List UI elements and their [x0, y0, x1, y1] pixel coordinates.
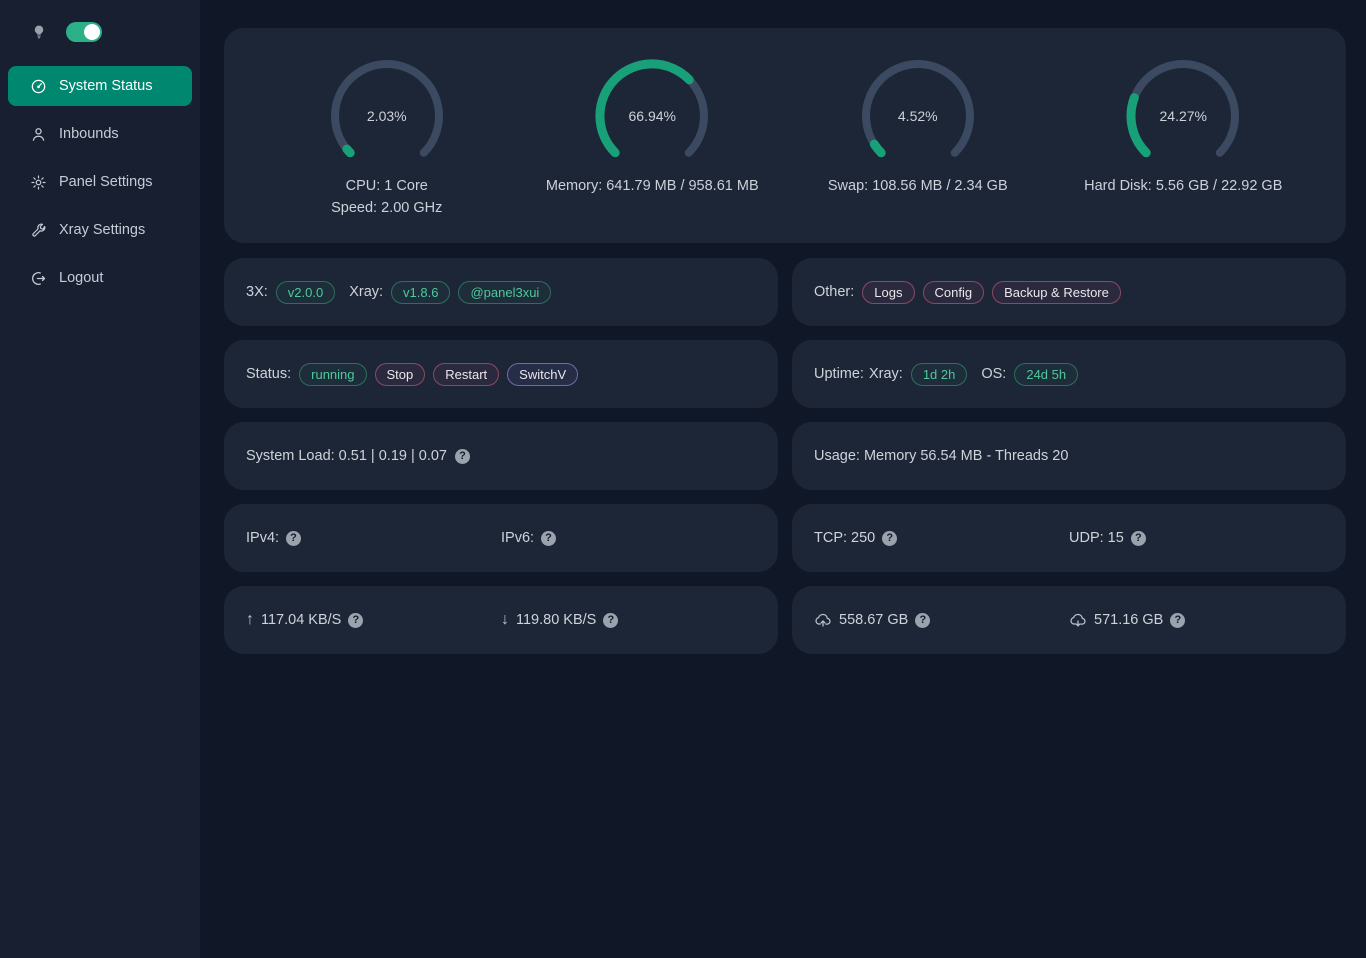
udp-cell: UDP: 15 ? — [1069, 530, 1324, 546]
status-card: Status: running Stop Restart SwitchV — [224, 340, 778, 408]
dark-mode-toggle[interactable] — [66, 22, 102, 42]
uptime-label: Uptime: — [814, 366, 864, 382]
tcp-help-icon[interactable]: ? — [882, 531, 897, 546]
sidebar-item-logout[interactable]: Logout — [8, 258, 192, 298]
swap-percent: 4.52% — [858, 56, 978, 176]
uptime-xray-badge: 1d 2h — [911, 363, 968, 386]
theme-row — [0, 18, 200, 46]
memory-percent: 66.94% — [592, 56, 712, 176]
sidebar-item-label: Panel Settings — [59, 174, 153, 190]
wrench-icon — [30, 222, 47, 239]
network-speed-card: ↑ 117.04 KB/S ? ↓ 119.80 KB/S ? — [224, 586, 778, 654]
total-traffic-card: 558.67 GB ? 571.16 GB ? — [792, 586, 1346, 654]
gauge-hard-disk: 24.27% Hard Disk: 5.56 GB / 22.92 GB — [1051, 56, 1317, 198]
uptime-os-label: OS: — [981, 366, 1006, 382]
sidebar-item-label: Inbounds — [59, 126, 119, 142]
logs-button[interactable]: Logs — [862, 281, 914, 304]
gauge-memory: 66.94% Memory: 641.79 MB / 958.61 MB — [520, 56, 786, 198]
usage-card: Usage: Memory 56.54 MB - Threads 20 — [792, 422, 1346, 490]
ipv4-help-icon[interactable]: ? — [286, 531, 301, 546]
sent-traffic-cell: 558.67 GB ? — [814, 611, 1069, 629]
lightbulb-icon — [31, 22, 47, 42]
status-running-badge: running — [299, 363, 366, 386]
sidebar: System Status Inbounds Panel Settings Xr… — [0, 0, 200, 958]
download-speed-help-icon[interactable]: ? — [603, 613, 618, 628]
sidebar-menu: System Status Inbounds Panel Settings Xr… — [0, 66, 200, 298]
xray-version-label: Xray: — [349, 284, 383, 300]
version-card: 3X: v2.0.0 Xray: v1.8.6 @panel3xui — [224, 258, 778, 326]
usage-text: Usage: Memory 56.54 MB - Threads 20 — [814, 448, 1068, 464]
gauge-swap: 4.52% Swap: 108.56 MB / 2.34 GB — [785, 56, 1051, 198]
received-traffic-cell: 571.16 GB ? — [1069, 611, 1324, 629]
telegram-tag[interactable]: @panel3xui — [458, 281, 551, 304]
sidebar-item-panel-settings[interactable]: Panel Settings — [8, 162, 192, 202]
upload-speed-text: 117.04 KB/S — [261, 612, 341, 628]
memory-label: Memory: 641.79 MB / 958.61 MB — [546, 176, 759, 198]
connections-card: TCP: 250 ? UDP: 15 ? — [792, 504, 1346, 572]
swap-label: Swap: 108.56 MB / 2.34 GB — [828, 176, 1008, 198]
tcp-count-text: TCP: 250 — [814, 530, 875, 546]
arrow-up-icon: ↑ — [246, 611, 254, 629]
received-traffic-text: 571.16 GB — [1094, 612, 1163, 628]
download-speed-text: 119.80 KB/S — [516, 612, 596, 628]
cpu-label: CPU: 1 Core — [346, 176, 428, 198]
ip-card: IPv4: ? IPv6: ? — [224, 504, 778, 572]
sidebar-item-label: Logout — [59, 270, 103, 286]
received-traffic-help-icon[interactable]: ? — [1170, 613, 1185, 628]
cpu-percent: 2.03% — [327, 56, 447, 176]
ipv6-help-icon[interactable]: ? — [541, 531, 556, 546]
download-speed-cell: ↓ 119.80 KB/S ? — [501, 611, 756, 629]
uptime-xray-label: Xray: — [869, 366, 903, 382]
gauge-cpu: 2.03% CPU: 1 Core Speed: 2.00 GHz — [254, 56, 520, 219]
system-load-help-icon[interactable]: ? — [455, 449, 470, 464]
status-label: Status: — [246, 366, 291, 382]
panel-version-tag[interactable]: v2.0.0 — [276, 281, 335, 304]
config-button[interactable]: Config — [923, 281, 985, 304]
disk-percent: 24.27% — [1123, 56, 1243, 176]
sent-traffic-text: 558.67 GB — [839, 612, 908, 628]
upload-speed-cell: ↑ 117.04 KB/S ? — [246, 611, 501, 629]
stop-button[interactable]: Stop — [375, 363, 426, 386]
gear-icon — [30, 174, 47, 191]
system-load-card: System Load: 0.51 | 0.19 | 0.07 ? — [224, 422, 778, 490]
panel-version-label: 3X: — [246, 284, 268, 300]
ipv4-cell: IPv4: ? — [246, 530, 501, 546]
backup-restore-button[interactable]: Backup & Restore — [992, 281, 1121, 304]
uptime-os-badge: 24d 5h — [1014, 363, 1078, 386]
sidebar-item-label: System Status — [59, 78, 152, 94]
dashboard-icon — [30, 78, 47, 95]
uptime-card: Uptime: Xray: 1d 2h OS: 24d 5h — [792, 340, 1346, 408]
sidebar-item-inbounds[interactable]: Inbounds — [8, 114, 192, 154]
restart-button[interactable]: Restart — [433, 363, 499, 386]
udp-help-icon[interactable]: ? — [1131, 531, 1146, 546]
sidebar-item-xray-settings[interactable]: Xray Settings — [8, 210, 192, 250]
ipv4-label: IPv4: — [246, 530, 279, 546]
arrow-down-icon: ↓ — [501, 611, 509, 629]
user-icon — [30, 126, 47, 143]
toggle-knob — [84, 24, 100, 40]
other-card: Other: Logs Config Backup & Restore — [792, 258, 1346, 326]
cpu-speed-label: Speed: 2.00 GHz — [331, 198, 442, 220]
sidebar-item-label: Xray Settings — [59, 222, 145, 238]
udp-count-text: UDP: 15 — [1069, 530, 1124, 546]
sent-traffic-help-icon[interactable]: ? — [915, 613, 930, 628]
sidebar-item-system-status[interactable]: System Status — [8, 66, 192, 106]
ipv6-cell: IPv6: ? — [501, 530, 756, 546]
system-load-text: System Load: 0.51 | 0.19 | 0.07 — [246, 448, 447, 464]
gauges-card: 2.03% CPU: 1 Core Speed: 2.00 GHz 66.94%… — [224, 28, 1346, 243]
xray-version-tag[interactable]: v1.8.6 — [391, 281, 450, 304]
disk-label: Hard Disk: 5.56 GB / 22.92 GB — [1084, 176, 1282, 198]
tcp-cell: TCP: 250 ? — [814, 530, 1069, 546]
other-label: Other: — [814, 284, 854, 300]
ipv6-label: IPv6: — [501, 530, 534, 546]
main-content: 2.03% CPU: 1 Core Speed: 2.00 GHz 66.94%… — [200, 0, 1366, 958]
switch-version-button[interactable]: SwitchV — [507, 363, 578, 386]
cloud-upload-icon — [814, 611, 832, 629]
logout-icon — [30, 270, 47, 287]
info-rows: 3X: v2.0.0 Xray: v1.8.6 @panel3xui Other… — [224, 258, 1346, 654]
upload-speed-help-icon[interactable]: ? — [348, 613, 363, 628]
cloud-download-icon — [1069, 611, 1087, 629]
